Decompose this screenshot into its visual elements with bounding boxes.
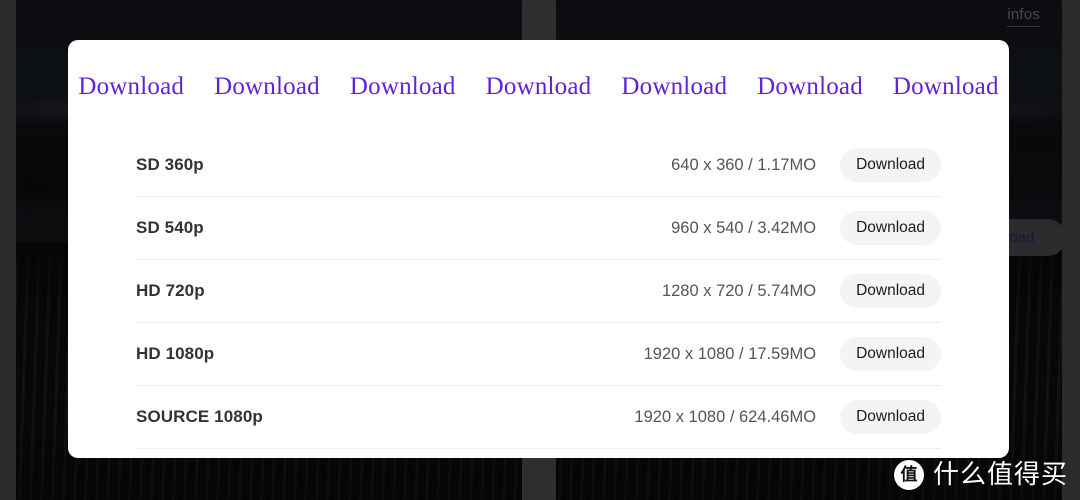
download-option-quality: SOURCE 1080p — [136, 407, 263, 426]
download-option-row: SD 360p 640 x 360 / 1.17MO Download — [136, 134, 941, 197]
download-modal-body: Download Download Download Download Download… — [68, 40, 1009, 449]
download-option-row: HD 1080p 1920 x 1080 / 17.59MO Download — [136, 323, 941, 386]
download-option-meta: 640 x 360 / 1.17MO — [671, 155, 817, 174]
download-options-list: SD 360p 640 x 360 / 1.17MO Download SD 540p… — [136, 134, 941, 449]
download-option-row: SOURCE 1080p 1920 x 1080 / 624.46MO Downlo… — [136, 386, 941, 449]
watermark: 值 什么值得买 — [893, 460, 1068, 490]
header-download-link[interactable]: Download — [757, 73, 863, 101]
watermark-badge-icon: 值 — [893, 460, 924, 490]
download-option-quality: HD 720p — [136, 281, 205, 300]
download-option-row: SD 540p 960 x 540 / 3.42MO Download — [136, 197, 941, 260]
watermark-label: 什么值得买 — [932, 460, 1068, 490]
background-gutter-left — [0, 0, 16, 500]
download-option-button[interactable]: Download — [840, 211, 941, 245]
header-download-link[interactable]: Download — [78, 73, 184, 101]
infos-link[interactable]: infos — [1007, 6, 1040, 27]
download-option-meta: 1920 x 1080 / 17.59MO — [643, 344, 817, 363]
background-gutter-right — [1062, 0, 1080, 500]
download-option-quality: HD 1080p — [136, 344, 215, 363]
header-download-link[interactable]: Download — [214, 73, 320, 101]
download-option-quality: SD 540p — [136, 218, 204, 237]
header-download-link[interactable]: Download — [621, 73, 727, 101]
download-option-button[interactable]: Download — [840, 400, 941, 434]
download-links-row: Download Download Download Download Download… — [78, 40, 998, 134]
download-option-meta: 1280 x 720 / 5.74MO — [661, 281, 817, 300]
header-download-link[interactable]: Download — [350, 73, 456, 101]
screenshot-root: infos Download Download Download Download D… — [0, 0, 1080, 500]
download-option-button[interactable]: Download — [840, 274, 941, 308]
download-option-button[interactable]: Download — [840, 148, 941, 182]
header-download-link[interactable]: Download — [893, 73, 999, 101]
download-option-button[interactable]: Download — [840, 337, 941, 371]
header-download-link[interactable]: Download — [486, 73, 592, 101]
download-modal: Download Download Download Download Download… — [68, 40, 1009, 458]
download-option-meta: 1920 x 1080 / 624.46MO — [634, 407, 817, 426]
download-option-row: HD 720p 1280 x 720 / 5.74MO Download — [136, 260, 941, 323]
download-option-meta: 960 x 540 / 3.42MO — [671, 218, 817, 237]
download-option-quality: SD 360p — [136, 155, 204, 174]
